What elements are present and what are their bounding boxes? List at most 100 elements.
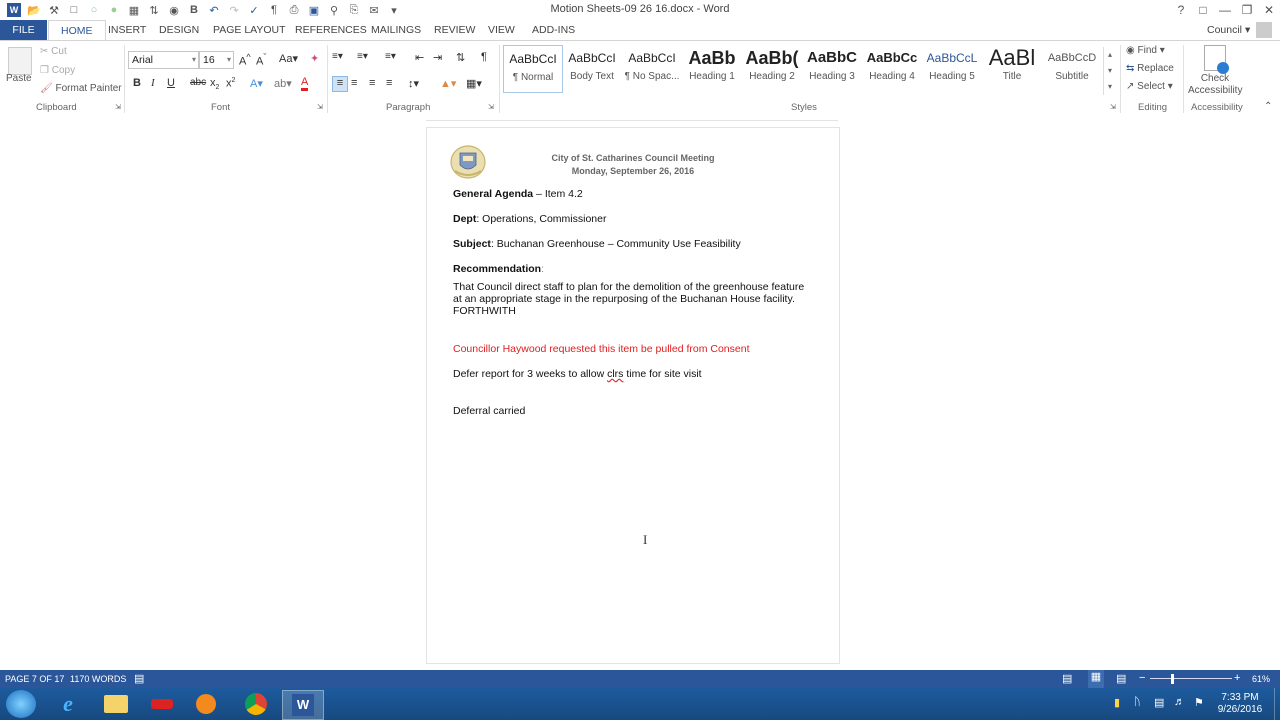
style-heading-5[interactable]: AaBbCcL Heading 5 [923, 45, 981, 91]
media-player-icon[interactable] [186, 690, 226, 718]
start-button[interactable] [6, 690, 36, 718]
copy-button[interactable]: ❐ Copy [40, 65, 75, 76]
cut-button[interactable]: ✂ Cut [40, 46, 67, 57]
font-launcher-icon[interactable]: ⇲ [317, 103, 323, 111]
style-title[interactable]: AaBl Title [983, 45, 1041, 91]
zoom-out-icon[interactable]: − [1139, 672, 1145, 684]
ribbon-display-options-icon[interactable]: □ [1192, 1, 1214, 19]
clear-formatting-icon[interactable]: ✦ [310, 52, 319, 65]
stapler-app-icon[interactable] [142, 690, 182, 718]
check-accessibility-button[interactable]: Check Accessibility [1188, 73, 1242, 97]
volume-icon[interactable]: ♬ [1174, 696, 1185, 708]
text-effects-icon[interactable]: A▾ [250, 77, 263, 90]
clipboard-launcher-icon[interactable]: ⇲ [115, 103, 121, 111]
style-heading-4[interactable]: AaBbCc Heading 4 [863, 45, 921, 91]
word-taskbar-icon[interactable]: W [282, 690, 324, 720]
security-shield-icon[interactable]: ▮ [1114, 696, 1120, 709]
style-name: Heading 4 [869, 71, 915, 82]
style-no-spac[interactable]: AaBbCcI ¶ No Spac... [623, 45, 681, 91]
bold-icon[interactable]: B [133, 77, 141, 89]
increase-indent-icon[interactable]: ⇥ [433, 51, 442, 64]
subscript-icon[interactable]: x2 [210, 77, 219, 91]
page-count[interactable]: PAGE 7 OF 17 [5, 674, 64, 684]
font-name-combo[interactable]: Arial ▾ [128, 51, 199, 69]
clock[interactable]: 7:33 PM 9/26/2016 [1210, 692, 1270, 716]
tab-home[interactable]: HOME [48, 20, 106, 41]
help-icon[interactable]: ? [1170, 1, 1192, 19]
numbering-icon[interactable]: ≡▾ [357, 51, 368, 62]
internet-explorer-icon[interactable]: e [48, 690, 88, 718]
zoom-slider[interactable] [1150, 678, 1232, 679]
highlight-icon[interactable]: ab▾ [274, 77, 292, 90]
strikethrough-icon[interactable]: abc [190, 77, 206, 88]
network-icon[interactable]: ▤ [1154, 696, 1164, 709]
tab-mailings[interactable]: MAILINGS [371, 20, 421, 40]
restore-icon[interactable]: ❐ [1236, 1, 1258, 19]
paragraph-launcher-icon[interactable]: ⇲ [488, 103, 494, 111]
replace-button[interactable]: ⇆ Replace [1126, 63, 1174, 74]
multilevel-list-icon[interactable]: ≡▾ [385, 51, 396, 62]
align-left-icon[interactable]: ≡ [332, 76, 348, 92]
close-icon[interactable]: ✕ [1258, 1, 1280, 19]
styles-scroll[interactable]: ▴ ▾ ▾ [1103, 47, 1116, 95]
change-case-icon[interactable]: Aa▾ [279, 52, 298, 65]
action-center-flag-icon[interactable]: ⚑ [1194, 696, 1204, 709]
font-size-combo[interactable]: 16 ▾ [199, 51, 234, 69]
tab-add-ins[interactable]: ADD-INS [532, 20, 575, 40]
print-layout-icon[interactable]: ▦ [1088, 670, 1104, 688]
zoom-slider-thumb[interactable] [1171, 674, 1174, 684]
align-center-icon[interactable]: ≡ [351, 77, 357, 89]
format-painter-button[interactable]: 🖌 Format Painter [40, 83, 122, 94]
tab-review[interactable]: REVIEW [434, 20, 475, 40]
line-spacing-icon[interactable]: ↕▾ [408, 77, 419, 90]
italic-icon[interactable]: I [151, 77, 155, 89]
bullets-icon[interactable]: ≡▾ [332, 51, 343, 62]
style-heading-3[interactable]: AaBbC Heading 3 [803, 45, 861, 91]
show-desktop-button[interactable] [1274, 688, 1280, 720]
word-count[interactable]: 1170 WORDS [70, 674, 126, 684]
tab-design[interactable]: DESIGN [159, 20, 199, 40]
proofing-icon[interactable]: ▤ [134, 672, 144, 685]
chrome-icon[interactable] [236, 690, 276, 718]
justify-icon[interactable]: ≡ [386, 77, 392, 89]
style-subtitle[interactable]: AaBbCcD Subtitle [1043, 45, 1101, 91]
style-heading-1[interactable]: AaBb Heading 1 [683, 45, 741, 91]
style-heading-2[interactable]: AaBb(Heading 2 [743, 45, 801, 91]
show-formatting-icon[interactable]: ¶ [481, 51, 487, 63]
style-body-text[interactable]: AaBbCcI Body Text [563, 45, 621, 91]
select-button[interactable]: ↗ Select ▾ [1126, 81, 1173, 92]
borders-icon[interactable]: ▦▾ [466, 77, 482, 90]
underline-icon[interactable]: U [167, 77, 175, 89]
read-mode-icon[interactable]: ▤ [1062, 672, 1072, 685]
zoom-in-icon[interactable]: + [1234, 672, 1240, 684]
tab-view[interactable]: VIEW [488, 20, 515, 40]
zoom-level[interactable]: 61% [1252, 674, 1270, 684]
shrink-font-icon[interactable]: Aˇ [256, 52, 266, 68]
collapse-ribbon-icon[interactable]: ⌃ [1264, 101, 1272, 112]
paste-clipboard-icon[interactable] [8, 47, 32, 75]
tab-references[interactable]: REFERENCES [295, 20, 367, 40]
check-accessibility-icon[interactable] [1204, 45, 1229, 74]
paste-button[interactable]: Paste [6, 73, 32, 84]
superscript-icon[interactable]: x2 [226, 77, 235, 90]
web-layout-icon[interactable]: ▤ [1116, 672, 1126, 685]
user-account[interactable]: Council ▾ [1207, 20, 1250, 40]
tab-page-layout[interactable]: PAGE LAYOUT [213, 20, 286, 40]
grow-font-icon[interactable]: A^ [239, 52, 251, 68]
misspelled-word[interactable]: clrs [607, 368, 623, 380]
shading-icon[interactable]: ▲▾ [440, 77, 456, 90]
avatar[interactable] [1256, 22, 1272, 38]
tab-insert[interactable]: INSERT [108, 20, 146, 40]
sort-icon[interactable]: ⇅ [456, 51, 465, 64]
styles-launcher-icon[interactable]: ⇲ [1110, 103, 1116, 111]
minimize-icon[interactable]: — [1214, 1, 1236, 19]
tab-file[interactable]: FILE [0, 20, 47, 40]
document-page[interactable]: City of St. Catharines Council Meeting M… [426, 127, 840, 664]
style-normal[interactable]: AaBbCcI ¶ Normal [503, 45, 563, 93]
align-right-icon[interactable]: ≡ [369, 77, 375, 89]
decrease-indent-icon[interactable]: ⇤ [415, 51, 424, 64]
file-explorer-icon[interactable] [96, 690, 136, 718]
bluetooth-icon[interactable]: ᚢ [1134, 696, 1141, 708]
font-color-icon[interactable]: A [301, 77, 309, 91]
find-button[interactable]: ◉ Find ▾ [1126, 45, 1165, 56]
